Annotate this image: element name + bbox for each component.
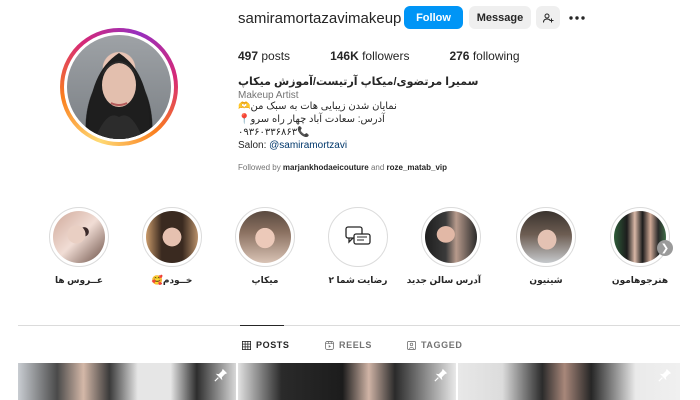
- tabs-divider: [18, 325, 680, 326]
- follow-button[interactable]: Follow: [404, 6, 463, 29]
- posts-count: 497 posts: [238, 49, 291, 63]
- profile-category: Makeup Artist: [238, 90, 299, 101]
- post-thumbnail[interactable]: [18, 363, 236, 400]
- highlight-item[interactable]: آدرس سالن جدید: [406, 207, 481, 286]
- pin-icon: [214, 368, 228, 382]
- following-count[interactable]: 276 following: [449, 49, 519, 63]
- message-button[interactable]: Message: [469, 6, 531, 29]
- suggested-users-button[interactable]: [536, 6, 560, 29]
- avatar-photo: [67, 35, 171, 139]
- highlight-cover: [614, 211, 666, 263]
- highlight-label: شینیون: [529, 275, 563, 285]
- more-dots-icon: [569, 15, 585, 20]
- highlight-item[interactable]: رضایت شما ۲: [328, 207, 388, 286]
- highlight-item[interactable]: شینیون: [516, 207, 576, 286]
- profile-full-name: سمیرا مرتضوی/میکاپ آرتیست/آموزش میکاپ: [238, 76, 479, 88]
- highlight-cover: [53, 211, 105, 263]
- highlight-label: میکاپ: [251, 275, 279, 285]
- highlight-label: خــودم🥰: [151, 275, 193, 285]
- highlight-item[interactable]: میکاپ: [235, 207, 295, 286]
- highlight-item[interactable]: خــودم🥰: [142, 207, 202, 286]
- salon-link[interactable]: @samiramortzavi: [269, 140, 347, 151]
- bio-line: ۰۹۳۶۰۳۳۶۸۶۳📞: [238, 127, 310, 138]
- tab-tagged[interactable]: TAGGED: [407, 340, 462, 350]
- highlight-cover: [239, 211, 291, 263]
- reels-icon: [325, 340, 334, 350]
- highlight-label: عــروس ها: [54, 275, 104, 285]
- profile-stats: 497 posts 146K followers 276 following: [238, 49, 560, 63]
- add-user-icon: [543, 13, 554, 23]
- post-thumbnail[interactable]: [458, 363, 680, 400]
- highlight-label: هنرجوهامون: [611, 275, 669, 285]
- highlight-item[interactable]: عــروس ها: [49, 207, 109, 286]
- active-tab-indicator: [240, 325, 284, 326]
- highlight-cover: [332, 211, 384, 263]
- salon-line: Salon: @samiramortzavi: [238, 140, 348, 151]
- followers-count[interactable]: 146K followers: [330, 49, 409, 63]
- post-thumbnail[interactable]: [238, 363, 456, 400]
- bio-line: آدرس: سعادت آباد چهار راه سرو📍: [238, 114, 385, 125]
- more-options-button[interactable]: [565, 6, 589, 29]
- pin-icon: [434, 368, 448, 382]
- chevron-right-icon: ❯: [660, 242, 670, 254]
- highlight-cover: [520, 211, 572, 263]
- highlight-cover: [146, 211, 198, 263]
- highlights-next-button[interactable]: ❯: [657, 240, 673, 256]
- bio-line: نمایان شدن زیبایی هات به سبک من🫶: [238, 101, 397, 112]
- profile-username: samiramortazavimakeup: [238, 10, 402, 27]
- tagged-icon: [407, 340, 416, 350]
- tab-posts[interactable]: POSTS: [242, 340, 290, 350]
- grid-icon: [242, 340, 251, 350]
- highlight-cover: [425, 211, 477, 263]
- highlight-label: رضایت شما ۲: [328, 275, 388, 285]
- chat-bubbles-icon: [345, 226, 371, 245]
- highlight-label: آدرس سالن جدید: [406, 275, 481, 285]
- tab-reels[interactable]: REELS: [325, 340, 372, 350]
- pin-icon: [658, 368, 672, 382]
- profile-avatar[interactable]: [60, 28, 178, 146]
- followed-by[interactable]: Followed by marjankhodaeicouture and roz…: [238, 163, 447, 172]
